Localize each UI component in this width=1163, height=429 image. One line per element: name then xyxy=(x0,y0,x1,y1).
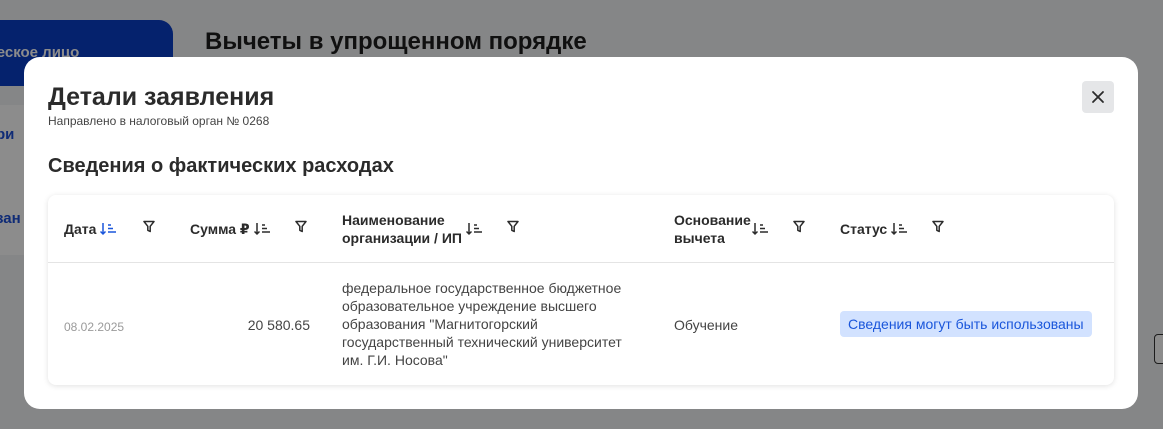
sort-icon[interactable] xyxy=(891,222,909,236)
column-label: Основание вычета xyxy=(674,211,751,246)
column-label: Сумма ₽ xyxy=(190,220,250,237)
column-header-date[interactable]: Дата xyxy=(64,195,118,262)
section-title: Сведения о фактических расходах xyxy=(48,155,394,177)
status-badge: Сведения могут быть использованы xyxy=(840,311,1092,337)
filter-icon[interactable] xyxy=(295,220,307,233)
cell-sum: 20 580.65 xyxy=(247,317,310,333)
column-header-status[interactable]: Статус xyxy=(840,195,909,262)
filter-icon[interactable] xyxy=(932,220,944,233)
close-icon xyxy=(1092,91,1104,103)
column-label: Статус xyxy=(840,220,888,237)
statement-details-modal: Детали заявления Направлено в налоговый … xyxy=(24,57,1138,409)
sort-icon[interactable] xyxy=(100,222,118,236)
cell-date: 08.02.2025 xyxy=(64,320,125,334)
sort-icon[interactable] xyxy=(752,222,770,236)
header-divider xyxy=(48,262,1114,263)
modal-subtitle: Направлено в налоговый орган № 0268 xyxy=(48,114,270,128)
column-label: Наименование организации / ИП xyxy=(342,211,462,246)
close-button[interactable] xyxy=(1082,81,1114,113)
column-label: Дата xyxy=(64,220,97,237)
column-header-basis[interactable]: Основание вычета xyxy=(674,195,754,262)
column-header-organization[interactable]: Наименование организации / ИП xyxy=(342,195,472,262)
filter-icon[interactable] xyxy=(793,220,805,233)
expenses-table: Дата Сумма ₽ Наименование организации / … xyxy=(48,195,1114,385)
sort-icon[interactable] xyxy=(253,222,272,236)
filter-icon[interactable] xyxy=(143,220,155,233)
filter-icon[interactable] xyxy=(507,220,519,233)
cell-basis: Обучение xyxy=(674,317,739,333)
sort-icon[interactable] xyxy=(466,222,484,236)
column-header-sum[interactable]: Сумма ₽ xyxy=(190,195,272,262)
modal-title: Детали заявления xyxy=(48,83,275,111)
cell-organization: федеральное государственное бюджетное об… xyxy=(342,280,622,368)
